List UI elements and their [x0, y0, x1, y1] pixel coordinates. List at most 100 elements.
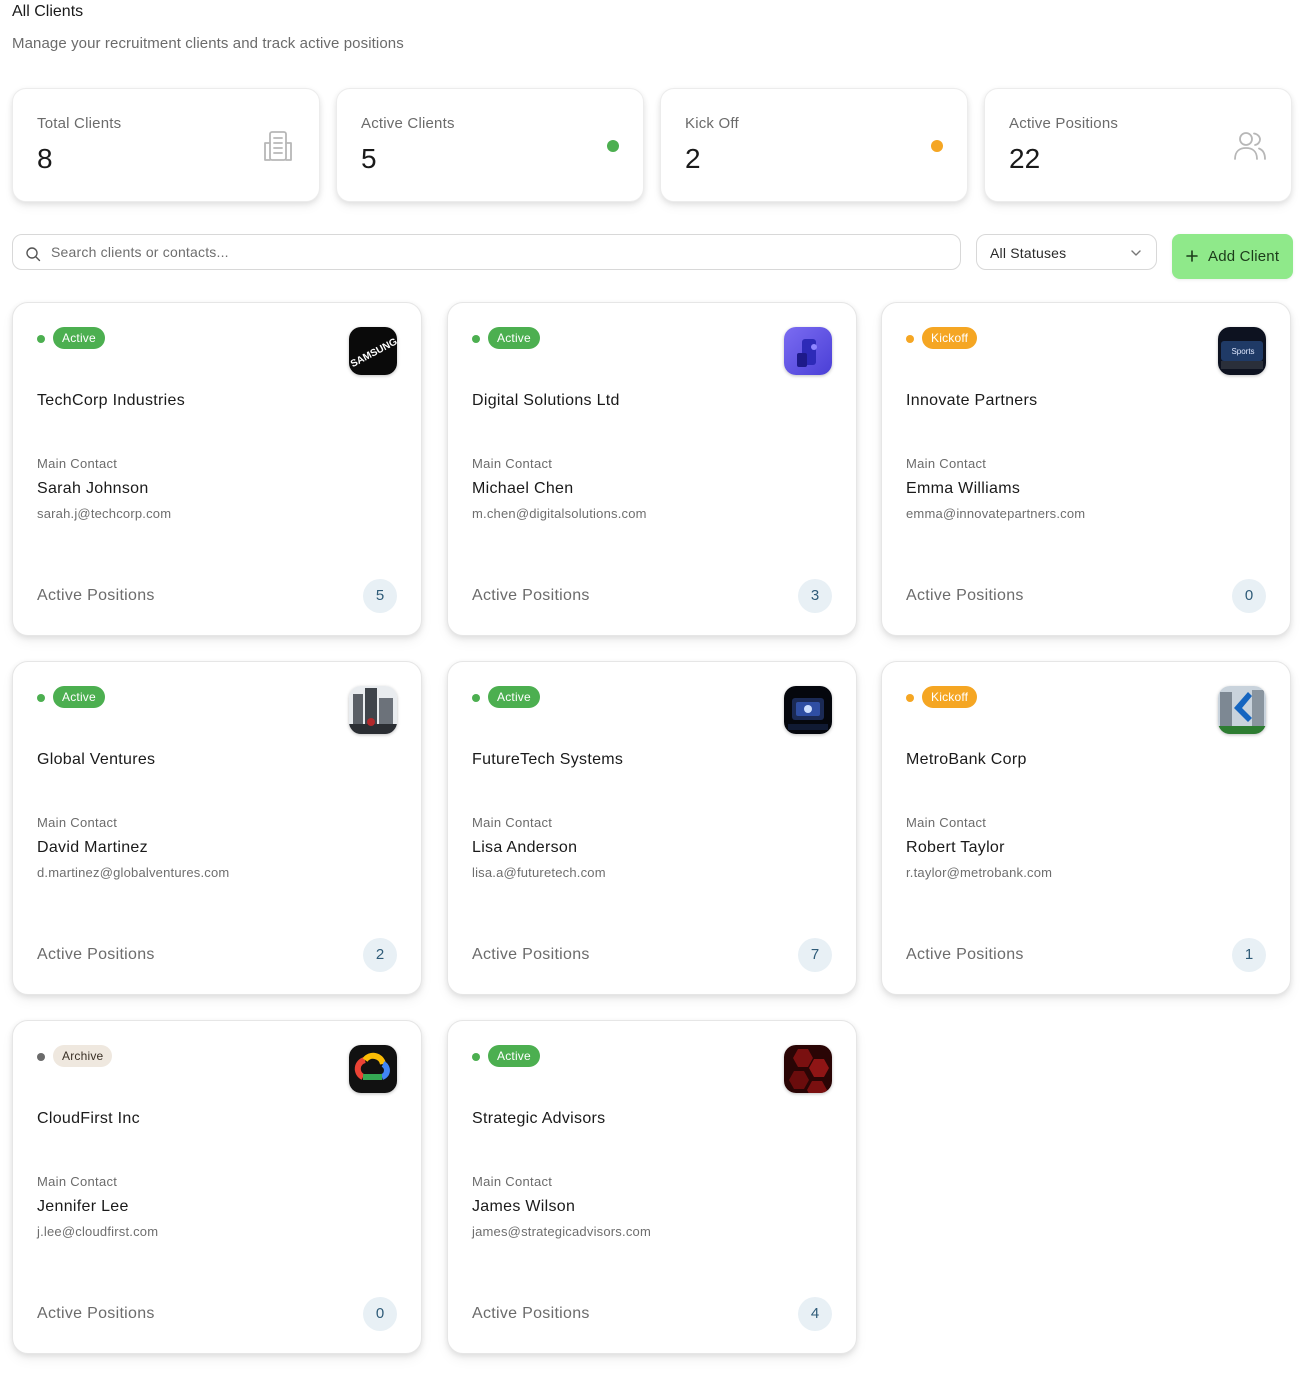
client-card[interactable]: Active Digital Solutions Ltd Main Contac…: [447, 302, 857, 636]
status-badge: Active: [488, 1045, 540, 1067]
samsung-logo: SAMSUNG: [349, 327, 397, 375]
page-header: All Clients Manage your recruitment clie…: [12, 0, 404, 56]
plus-icon: [1186, 250, 1198, 262]
contact-email: j.lee@cloudfirst.com: [37, 1224, 159, 1239]
main-contact-label: Main Contact: [37, 815, 118, 830]
client-card[interactable]: Archive CloudFirst Inc Main Contact Jenn…: [12, 1020, 422, 1354]
users-icon: [1234, 132, 1266, 160]
client-card[interactable]: Kickoff MetroBank Corp Main Contact Robe…: [881, 661, 1291, 995]
contact-name: Jennifer Lee: [37, 1198, 129, 1215]
kickoff-status-dot: [931, 140, 943, 152]
stat-card-active-positions: Active Positions 22: [984, 88, 1292, 202]
active-positions-label: Active Positions: [37, 946, 155, 963]
page-subtitle: Manage your recruitment clients and trac…: [12, 35, 404, 52]
stat-label: Active Positions: [1009, 115, 1119, 132]
add-client-label: Add Client: [1208, 248, 1280, 265]
tech-screen-logo: [784, 686, 832, 734]
search-box: [12, 234, 961, 270]
status-dot: [906, 694, 914, 702]
status-dot: [37, 1053, 45, 1061]
search-input[interactable]: [51, 235, 941, 269]
status-dot: [37, 694, 45, 702]
client-name: MetroBank Corp: [906, 751, 1027, 768]
client-name: FutureTech Systems: [472, 751, 624, 768]
contact-name: Robert Taylor: [906, 839, 1005, 856]
status-dot: [472, 694, 480, 702]
contact-email: d.martinez@globalventures.com: [37, 865, 230, 880]
active-positions-label: Active Positions: [472, 946, 590, 963]
city-photo-logo: [349, 686, 397, 734]
status-badge: Kickoff: [922, 686, 978, 708]
hexagon-pattern-logo: [784, 1045, 832, 1093]
client-name: TechCorp Industries: [37, 392, 185, 409]
stat-card-kick-off: Kick Off 2: [660, 88, 968, 202]
search-icon: [26, 247, 41, 262]
contact-name: James Wilson: [472, 1198, 576, 1215]
contact-name: Lisa Anderson: [472, 839, 578, 856]
stat-card-total-clients: Total Clients 8: [12, 88, 320, 202]
status-dot: [472, 335, 480, 343]
client-name: Strategic Advisors: [472, 1110, 606, 1127]
contact-email: m.chen@digitalsolutions.com: [472, 506, 647, 521]
status-dot: [472, 1053, 480, 1061]
chevron-down-icon: [1131, 250, 1141, 256]
positions-count: 0: [1232, 579, 1266, 613]
stat-label: Active Clients: [361, 115, 455, 132]
main-contact-label: Main Contact: [37, 456, 118, 471]
bank-building-logo: [1218, 686, 1266, 734]
active-status-dot: [607, 140, 619, 152]
status-filter-select[interactable]: All Statuses: [976, 234, 1157, 270]
page-title: All Clients: [12, 3, 84, 20]
status-badge: Kickoff: [922, 327, 978, 349]
sports-logo-text: Sports: [1231, 347, 1254, 356]
positions-count: 7: [798, 938, 832, 972]
stat-label: Kick Off: [685, 115, 739, 132]
status-badge: Active: [488, 327, 540, 349]
active-positions-label: Active Positions: [37, 1305, 155, 1322]
positions-count: 1: [1232, 938, 1266, 972]
stat-value: 5: [361, 143, 377, 174]
stat-value: 22: [1009, 143, 1041, 174]
contact-name: Michael Chen: [472, 480, 574, 497]
client-card[interactable]: Active FutureTech Systems Main Contact L…: [447, 661, 857, 995]
contact-email: lisa.a@futuretech.com: [472, 865, 606, 880]
client-name: Digital Solutions Ltd: [472, 392, 620, 409]
active-positions-label: Active Positions: [472, 1305, 590, 1322]
contact-name: Emma Williams: [906, 480, 1021, 497]
status-dot: [37, 335, 45, 343]
contact-email: sarah.j@techcorp.com: [37, 506, 172, 521]
sports-logo: Sports: [1218, 327, 1266, 375]
contact-name: David Martinez: [37, 839, 148, 856]
client-card[interactable]: Kickoff Sports Innovate Partners Main Co…: [881, 302, 1291, 636]
active-positions-label: Active Positions: [906, 587, 1024, 604]
main-contact-label: Main Contact: [906, 456, 987, 471]
stat-value: 8: [37, 143, 53, 174]
client-card[interactable]: Active SAMSUNG TechCorp Industries Main …: [12, 302, 422, 636]
client-card[interactable]: Active Global Ventures Main Contact Davi…: [12, 661, 422, 995]
positions-count: 5: [363, 579, 397, 613]
client-card[interactable]: Active Strategic Advisors Main Contact J…: [447, 1020, 857, 1354]
positions-count: 0: [363, 1297, 397, 1331]
main-contact-label: Main Contact: [472, 815, 553, 830]
client-name: CloudFirst Inc: [37, 1110, 140, 1127]
contact-name: Sarah Johnson: [37, 480, 149, 497]
positions-count: 4: [798, 1297, 832, 1331]
positions-count: 2: [363, 938, 397, 972]
active-positions-label: Active Positions: [472, 587, 590, 604]
contact-email: james@strategicadvisors.com: [472, 1224, 651, 1239]
cloud-logo: [349, 1045, 397, 1093]
status-filter-value: All Statuses: [990, 245, 1067, 261]
status-badge: Active: [53, 686, 105, 708]
stat-value: 2: [685, 143, 701, 174]
building-icon: [264, 131, 292, 161]
contact-email: r.taylor@metrobank.com: [906, 865, 1053, 880]
add-client-button[interactable]: Add Client: [1172, 234, 1293, 279]
active-positions-label: Active Positions: [37, 587, 155, 604]
contact-email: emma@innovatepartners.com: [906, 506, 1086, 521]
stat-label: Total Clients: [37, 115, 122, 132]
status-badge: Active: [53, 327, 105, 349]
client-name: Innovate Partners: [906, 392, 1038, 409]
positions-count: 3: [798, 579, 832, 613]
main-contact-label: Main Contact: [472, 456, 553, 471]
main-contact-label: Main Contact: [906, 815, 987, 830]
